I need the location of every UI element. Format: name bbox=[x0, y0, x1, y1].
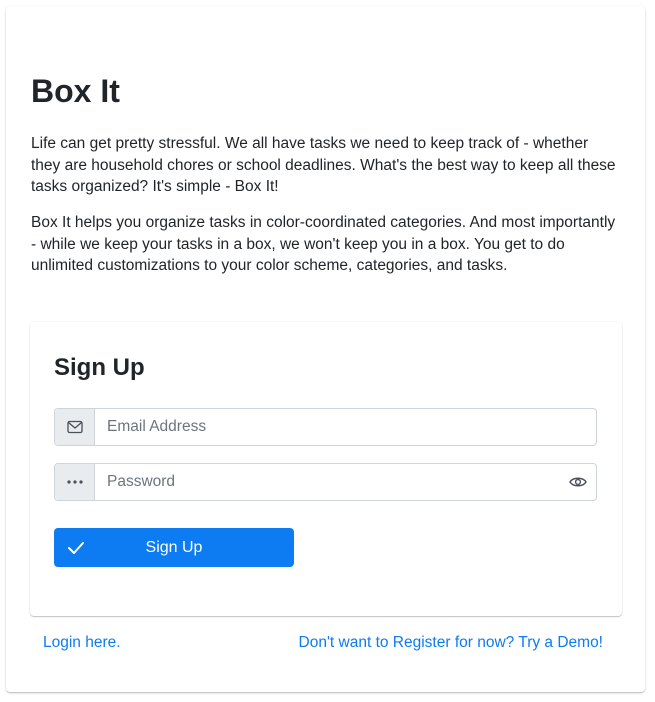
check-icon bbox=[54, 541, 98, 555]
email-input[interactable] bbox=[95, 409, 596, 445]
envelope-icon bbox=[55, 409, 95, 445]
password-input-group bbox=[54, 463, 597, 501]
page-title: Box It bbox=[31, 73, 120, 109]
signup-button[interactable]: Sign Up bbox=[54, 528, 294, 567]
intro-paragraph-1: Life can get pretty stressful. We all ha… bbox=[31, 135, 616, 195]
email-input-group bbox=[54, 408, 597, 446]
signup-card: Sign Up Email Address Sign Up bbox=[30, 322, 622, 616]
login-link[interactable]: Login here. bbox=[43, 633, 121, 653]
dots-icon bbox=[55, 464, 95, 500]
intro-paragraph-2: Box It helps you organize tasks in color… bbox=[31, 214, 616, 274]
demo-link[interactable]: Don't want to Register for now? Try a De… bbox=[299, 633, 603, 653]
eye-icon[interactable] bbox=[560, 464, 596, 500]
signup-button-label: Sign Up bbox=[145, 538, 203, 556]
password-input[interactable] bbox=[95, 464, 560, 500]
main-card: Box It Life can get pretty stressful. We… bbox=[6, 6, 645, 692]
signup-title: Sign Up bbox=[54, 354, 145, 381]
